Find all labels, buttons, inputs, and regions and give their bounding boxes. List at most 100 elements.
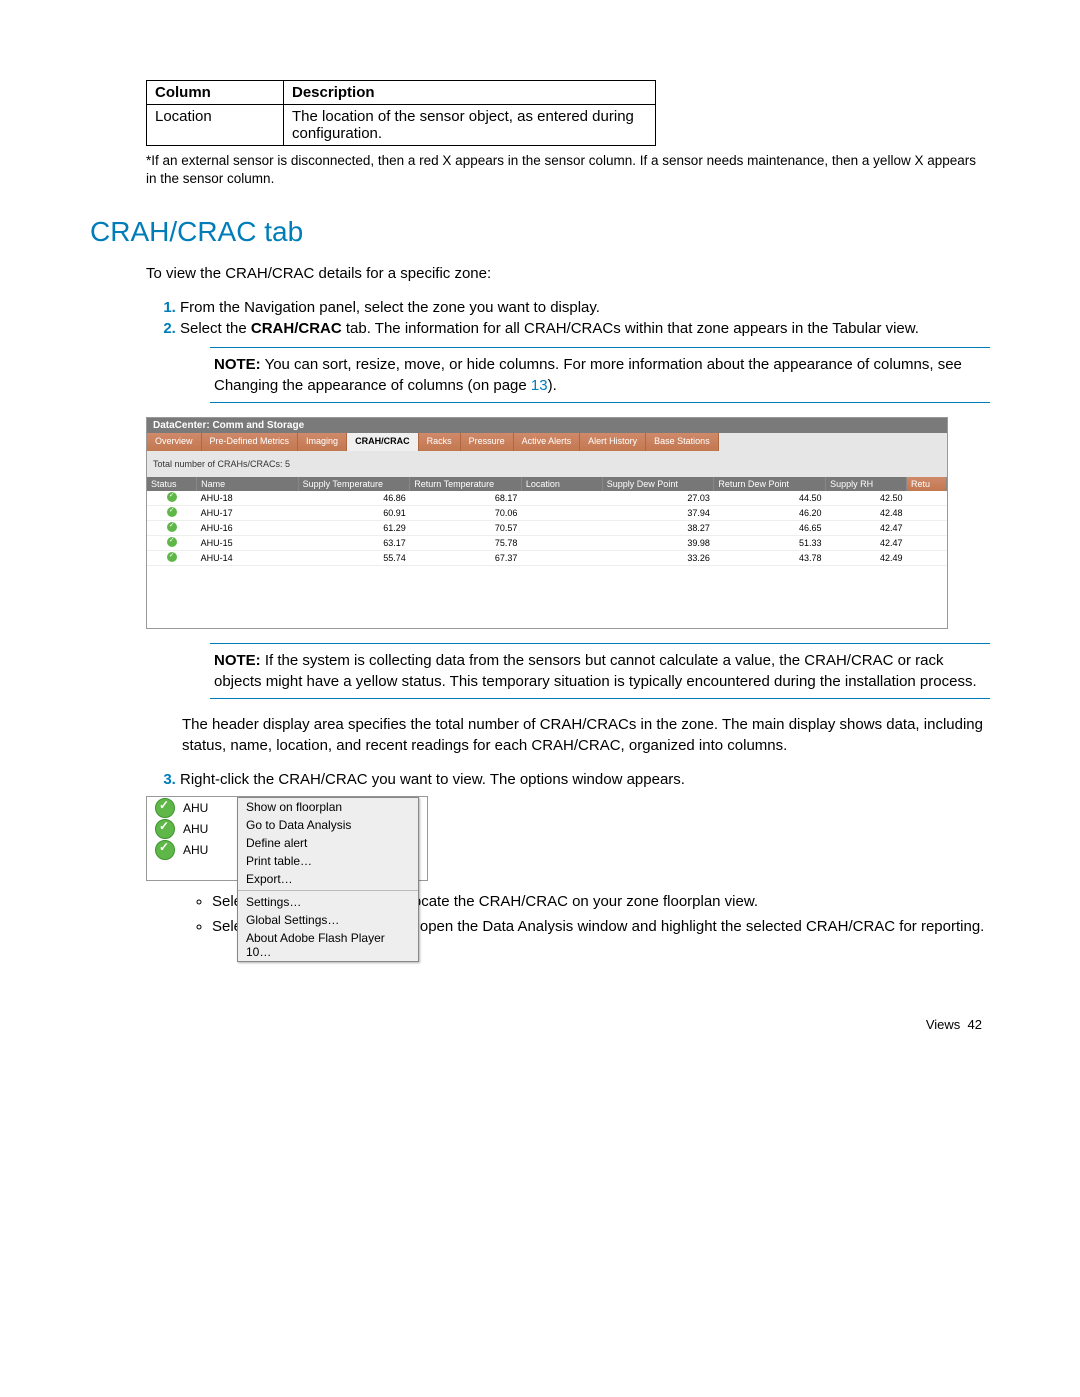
row-label: AHU <box>183 822 208 836</box>
status-ok-icon <box>167 522 177 532</box>
th-return-rh-cut[interactable]: Retu <box>906 477 946 491</box>
note-2-text: If the system is collecting data from th… <box>214 652 977 690</box>
tab-predefined-metrics[interactable]: Pre-Defined Metrics <box>202 433 299 451</box>
cell-return-dew: 51.33 <box>714 536 826 551</box>
step-3-text: Right-click the CRAH/CRAC you want to vi… <box>180 771 685 788</box>
cell-location <box>521 521 602 536</box>
panel-title: DataCenter: Comm and Storage <box>147 418 947 433</box>
cell-name: AHU-15 <box>197 536 298 551</box>
step-1: From the Navigation panel, select the zo… <box>180 299 990 316</box>
context-menu-screenshot: AHUAHUAHU Show on floorplanGo to Data An… <box>146 796 428 881</box>
th-return-temp[interactable]: Return Temperature <box>410 477 522 491</box>
cell-supply-dew: 38.27 <box>602 521 714 536</box>
td-column: Location <box>147 105 284 146</box>
tab-alert-history[interactable]: Alert History <box>580 433 646 451</box>
cell-name: AHU-16 <box>197 521 298 536</box>
tabs-bar: Overview Pre-Defined Metrics Imaging CRA… <box>147 433 947 451</box>
tab-pressure[interactable]: Pressure <box>461 433 514 451</box>
total-count-label: Total number of CRAHs/CRACs: 5 <box>147 451 947 477</box>
cell-supply-temp: 63.17 <box>298 536 410 551</box>
table-row[interactable]: AHU-1455.7467.37 33.2643.7842.49 <box>147 551 947 566</box>
th-supply-dew[interactable]: Supply Dew Point <box>602 477 714 491</box>
cell-name: AHU-14 <box>197 551 298 566</box>
step-1-text: From the Navigation panel, select the zo… <box>180 299 600 316</box>
status-ok-icon <box>155 798 175 818</box>
note-label: NOTE: <box>214 356 261 373</box>
column-description-table: Column Description Location The location… <box>146 80 656 146</box>
th-location[interactable]: Location <box>521 477 602 491</box>
status-ok-icon <box>155 819 175 839</box>
th-column: Column <box>147 81 284 105</box>
th-supply-rh[interactable]: Supply RH <box>826 477 907 491</box>
th-status[interactable]: Status <box>147 477 197 491</box>
context-menu: Show on floorplanGo to Data AnalysisDefi… <box>237 797 419 962</box>
note-box-1: NOTE: You can sort, resize, move, or hid… <box>210 347 990 403</box>
cell-supply-temp: 55.74 <box>298 551 410 566</box>
tab-active-alerts[interactable]: Active Alerts <box>514 433 581 451</box>
cell-name: AHU-18 <box>197 491 298 506</box>
status-ok-icon <box>167 552 177 562</box>
intro-text: To view the CRAH/CRAC details for a spec… <box>146 263 990 284</box>
cell-return-dew: 44.50 <box>714 491 826 506</box>
cell-return-dew: 46.65 <box>714 521 826 536</box>
menu-item[interactable]: Export… <box>238 870 418 888</box>
sensor-footnote: *If an external sensor is disconnected, … <box>146 152 990 188</box>
cell-supply-rh: 42.50 <box>826 491 907 506</box>
menu-item[interactable]: Go to Data Analysis <box>238 816 418 834</box>
cell-supply-dew: 27.03 <box>602 491 714 506</box>
menu-item[interactable]: Global Settings… <box>238 911 418 929</box>
cell-location <box>521 491 602 506</box>
tab-imaging[interactable]: Imaging <box>298 433 347 451</box>
status-ok-icon <box>167 492 177 502</box>
tab-overview[interactable]: Overview <box>147 433 202 451</box>
th-return-dew[interactable]: Return Dew Point <box>714 477 826 491</box>
page-footer: Views 42 <box>90 1017 990 1032</box>
cell-supply-dew: 39.98 <box>602 536 714 551</box>
menu-separator <box>238 890 418 891</box>
cell-return-temp: 67.37 <box>410 551 522 566</box>
cell-supply-dew: 37.94 <box>602 506 714 521</box>
note-1-text: You can sort, resize, move, or hide colu… <box>214 356 962 394</box>
status-ok-icon <box>155 840 175 860</box>
step-2: Select the CRAH/CRAC tab. The informatio… <box>180 320 990 337</box>
tab-crah-crac[interactable]: CRAH/CRAC <box>347 433 419 451</box>
tab-racks[interactable]: Racks <box>419 433 461 451</box>
menu-item[interactable]: Define alert <box>238 834 418 852</box>
table-row[interactable]: AHU-1846.8668.17 27.0344.5042.50 <box>147 491 947 506</box>
menu-item[interactable]: Settings… <box>238 893 418 911</box>
cell-supply-rh: 42.47 <box>826 521 907 536</box>
cell-name: AHU-17 <box>197 506 298 521</box>
th-description: Description <box>284 81 656 105</box>
table-row[interactable]: AHU-1760.9170.0637.9446.2042.48 <box>147 506 947 521</box>
tab-base-stations[interactable]: Base Stations <box>646 433 719 451</box>
cell-location <box>521 536 602 551</box>
cell-supply-temp: 60.91 <box>298 506 410 521</box>
step-3: Right-click the CRAH/CRAC you want to vi… <box>180 771 990 788</box>
cell-return-temp: 68.17 <box>410 491 522 506</box>
cell-return-dew: 43.78 <box>714 551 826 566</box>
cell-supply-dew: 33.26 <box>602 551 714 566</box>
cell-supply-temp: 46.86 <box>298 491 410 506</box>
td-description: The location of the sensor object, as en… <box>284 105 656 146</box>
table-row[interactable]: AHU-1661.2970.57 38.2746.6542.47 <box>147 521 947 536</box>
section-heading: CRAH/CRAC tab <box>90 216 990 248</box>
step-2-text: Select the CRAH/CRAC tab. The informatio… <box>180 320 919 337</box>
note-box-2: NOTE: If the system is collecting data f… <box>210 643 990 699</box>
menu-item[interactable]: About Adobe Flash Player 10… <box>238 929 418 961</box>
cell-supply-rh: 42.47 <box>826 536 907 551</box>
table-row[interactable]: AHU-1563.1775.78 39.9851.3342.47 <box>147 536 947 551</box>
crah-data-table: Status Name Supply Temperature Return Te… <box>147 477 947 566</box>
cell-location <box>521 551 602 566</box>
cell-supply-temp: 61.29 <box>298 521 410 536</box>
cell-return-temp: 75.78 <box>410 536 522 551</box>
cell-return-temp: 70.57 <box>410 521 522 536</box>
cell-supply-rh: 42.49 <box>826 551 907 566</box>
status-ok-icon <box>167 537 177 547</box>
menu-item[interactable]: Show on floorplan <box>238 798 418 816</box>
menu-item[interactable]: Print table… <box>238 852 418 870</box>
row-label: AHU <box>183 843 208 857</box>
crah-table-screenshot: DataCenter: Comm and Storage Overview Pr… <box>146 417 948 629</box>
cell-supply-rh: 42.48 <box>826 506 907 521</box>
th-supply-temp[interactable]: Supply Temperature <box>298 477 410 491</box>
th-name[interactable]: Name <box>197 477 298 491</box>
